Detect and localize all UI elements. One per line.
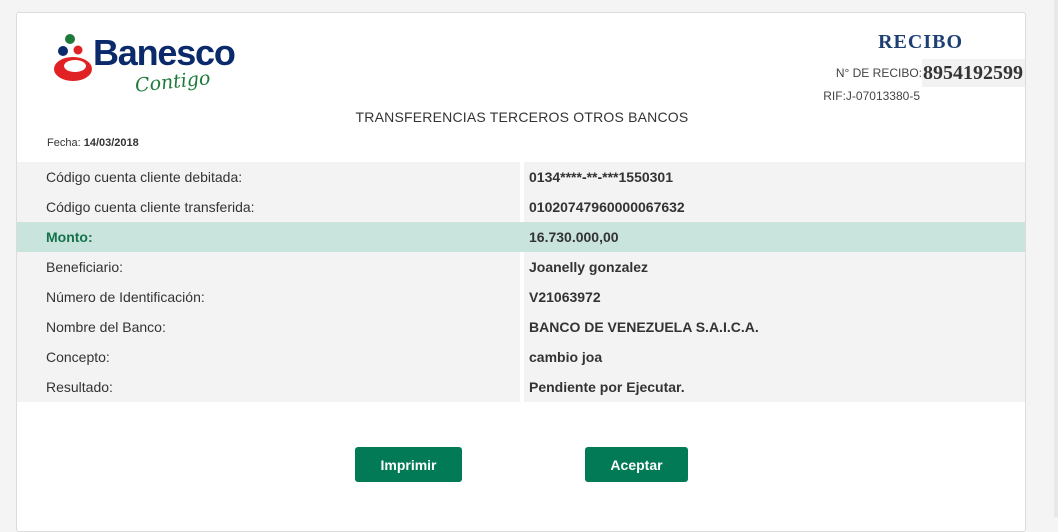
page-title: TRANSFERENCIAS TERCEROS OTROS BANCOS bbox=[355, 109, 689, 125]
detail-value: 01020747960000067632 bbox=[524, 192, 1025, 222]
receipt-title: RECIBO bbox=[878, 31, 963, 53]
detail-label: Código cuenta cliente transferida: bbox=[17, 192, 520, 222]
detail-label: Beneficiario: bbox=[17, 252, 520, 282]
accept-button[interactable]: Aceptar bbox=[585, 447, 688, 482]
detail-value: 0134****-**-***1550301 bbox=[524, 162, 1025, 192]
date-line: Fecha: 14/03/2018 bbox=[47, 137, 139, 149]
date-value: 14/03/2018 bbox=[83, 137, 139, 149]
detail-value: Pendiente por Ejecutar. bbox=[524, 372, 1025, 402]
detail-value: V21063972 bbox=[524, 282, 1025, 312]
detail-row-result: Resultado: Pendiente por Ejecutar. bbox=[17, 372, 1025, 402]
detail-row-transferred-account: Código cuenta cliente transferida: 01020… bbox=[17, 192, 1025, 222]
detail-label: Resultado: bbox=[17, 372, 520, 402]
details-table: Código cuenta cliente debitada: 0134****… bbox=[17, 162, 1025, 402]
detail-label: Monto: bbox=[17, 222, 520, 252]
scrollbar-track[interactable] bbox=[1054, 0, 1058, 517]
banesco-logo: Banesco Contigo bbox=[53, 23, 253, 103]
detail-row-identification: Número de Identificación: V21063972 bbox=[17, 282, 1025, 312]
detail-row-beneficiary: Beneficiario: Joanelly gonzalez bbox=[17, 252, 1025, 282]
detail-value: Joanelly gonzalez bbox=[524, 252, 1025, 282]
receipt-number-label: N° DE RECIBO: bbox=[835, 66, 922, 80]
receipt-number: 8954192599 bbox=[922, 59, 1025, 87]
detail-label: Código cuenta cliente debitada: bbox=[17, 162, 520, 192]
detail-value: BANCO DE VENEZUELA S.A.I.C.A. bbox=[524, 312, 1025, 342]
detail-label: Número de Identificación: bbox=[17, 282, 520, 312]
brand-tagline: Contigo bbox=[134, 67, 212, 97]
detail-row-amount: Monto: 16.730.000,00 bbox=[17, 222, 1025, 252]
detail-value: cambio joa bbox=[524, 342, 1025, 372]
print-button[interactable]: Imprimir bbox=[355, 447, 462, 482]
detail-row-bank-name: Nombre del Banco: BANCO DE VENEZUELA S.A… bbox=[17, 312, 1025, 342]
receipt-card: Banesco Contigo RECIBO N° DE RECIBO: 895… bbox=[16, 12, 1026, 532]
banesco-logo-icon bbox=[54, 34, 92, 81]
detail-row-debited-account: Código cuenta cliente debitada: 0134****… bbox=[17, 162, 1025, 192]
detail-label: Concepto: bbox=[17, 342, 520, 372]
detail-label: Nombre del Banco: bbox=[17, 312, 520, 342]
detail-value: 16.730.000,00 bbox=[524, 222, 1025, 252]
receipt-number-line: N° DE RECIBO: 8954192599 bbox=[836, 59, 1025, 87]
brand-name: Banesco bbox=[93, 32, 236, 73]
date-label: Fecha: bbox=[47, 137, 81, 149]
rif-number: RIF:J-07013380-5 bbox=[823, 89, 920, 103]
detail-row-concept: Concepto: cambio joa bbox=[17, 342, 1025, 372]
